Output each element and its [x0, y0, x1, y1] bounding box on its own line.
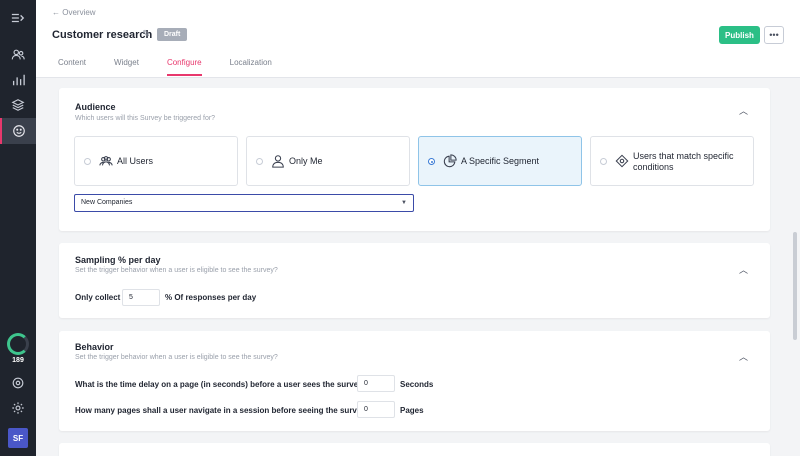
behavior-title: Behavior	[75, 342, 114, 352]
pie-chart-icon	[443, 154, 457, 168]
sampling-percent-input[interactable]: 5	[122, 289, 160, 306]
tab-content[interactable]: Content	[58, 58, 86, 76]
segment-select-value: New Companies	[81, 199, 133, 206]
arrow-left-icon: ←	[52, 8, 63, 17]
layers-nav-icon[interactable]	[0, 92, 36, 118]
users-icon	[99, 154, 113, 168]
usage-count: 189	[12, 357, 24, 364]
audience-subtitle: Which users will this Survey be triggere…	[75, 115, 216, 122]
tab-localization[interactable]: Localization	[230, 58, 272, 76]
radio-only-me[interactable]	[256, 158, 263, 165]
sampling-title: Sampling % per day	[75, 255, 161, 265]
chevron-up-icon[interactable]: ︿	[739, 263, 748, 276]
sampling-subtitle: Set the trigger behavior when a user is …	[75, 267, 278, 274]
page-scrollbar[interactable]	[793, 232, 797, 340]
tab-widget[interactable]: Widget	[114, 58, 139, 76]
radio-specific-segment[interactable]	[428, 158, 435, 165]
users-nav-icon[interactable]	[0, 42, 36, 68]
behavior-subtitle: Set the trigger behavior when a user is …	[75, 354, 278, 361]
pages-question: How many pages shall a user navigate in …	[75, 406, 371, 415]
pencil-edit-icon[interactable]: ✎	[142, 29, 150, 40]
audience-option-all-users[interactable]: All Users	[74, 136, 238, 186]
analytics-nav-icon[interactable]	[0, 67, 36, 93]
audience-option-specific-segment[interactable]: A Specific Segment	[418, 136, 582, 186]
sampling-prefix: Only collect	[75, 293, 121, 302]
sidebar: 189 SF	[0, 0, 36, 456]
page-title: Customer research	[52, 29, 153, 41]
breadcrumb-label: Overview	[62, 8, 96, 17]
status-badge: Draft	[157, 28, 188, 41]
settings-gear-icon[interactable]	[0, 395, 36, 421]
usage-progress-ring	[7, 333, 29, 355]
audience-option-conditions[interactable]: Users that match specific conditions	[590, 136, 754, 186]
option-label: Only Me	[289, 156, 323, 166]
surveys-nav-icon[interactable]	[0, 118, 36, 144]
caret-down-icon: ▼	[401, 200, 407, 206]
user-avatar[interactable]: SF	[8, 428, 28, 448]
pages-count-input[interactable]: 0	[357, 401, 395, 418]
option-label: A Specific Segment	[461, 156, 540, 166]
breadcrumb-back[interactable]: ← Overview	[52, 8, 96, 17]
diamond-conditions-icon	[615, 154, 629, 168]
pages-unit: Pages	[400, 406, 424, 415]
tab-configure[interactable]: Configure	[166, 58, 202, 76]
menu-toggle-icon[interactable]	[0, 5, 36, 31]
audience-option-only-me[interactable]: Only Me	[246, 136, 410, 186]
radio-all-users[interactable]	[84, 158, 91, 165]
tab-bar: Content Widget Configure Localization	[58, 58, 300, 76]
next-card	[59, 443, 770, 456]
option-label: All Users	[117, 156, 154, 166]
segment-select[interactable]: New Companies ▼	[74, 194, 414, 212]
integrations-icon[interactable]	[0, 370, 36, 396]
delay-seconds-input[interactable]: 0	[357, 375, 395, 392]
audience-card: Audience Which users will this Survey be…	[59, 88, 770, 231]
publish-button[interactable]: Publish	[719, 26, 760, 44]
sampling-card: Sampling % per day Set the trigger behav…	[59, 243, 770, 318]
behavior-card: Behavior Set the trigger behavior when a…	[59, 331, 770, 431]
user-icon	[271, 154, 285, 168]
audience-title: Audience	[75, 102, 116, 112]
more-options-button[interactable]: •••	[764, 26, 784, 44]
sampling-suffix: % Of responses per day	[165, 293, 257, 302]
chevron-up-icon[interactable]: ︿	[739, 350, 748, 363]
chevron-up-icon[interactable]: ︿	[739, 104, 748, 117]
page-header: ← Overview Customer research ✎ Draft Con…	[36, 0, 800, 78]
delay-question: What is the time delay on a page (in sec…	[75, 380, 368, 389]
option-label: Users that match specific conditions	[633, 151, 734, 172]
delay-unit: Seconds	[400, 380, 434, 389]
radio-conditions[interactable]	[600, 158, 607, 165]
